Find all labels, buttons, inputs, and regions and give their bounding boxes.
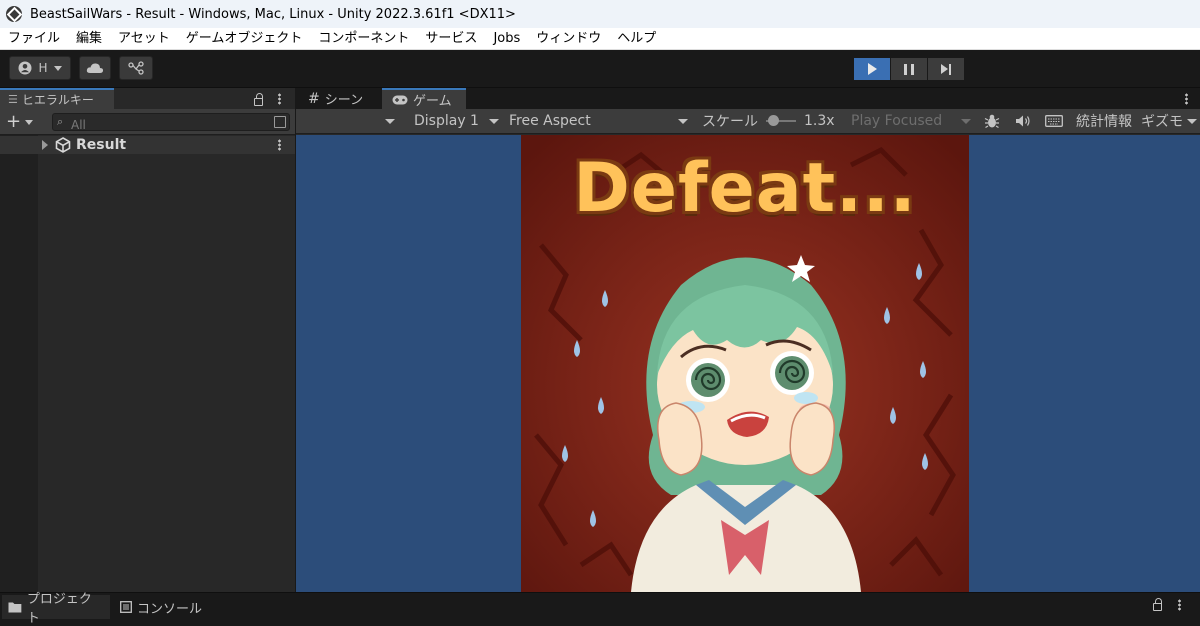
keyboard-icon [1045,115,1063,127]
window-titlebar: BeastSailWars - Result - Windows, Mac, L… [0,0,1200,28]
account-dropdown[interactable]: H [9,56,71,80]
scene-menu-icon[interactable] [278,139,281,151]
scale-slider[interactable] [766,115,796,126]
play-button[interactable] [854,58,891,80]
lock-icon[interactable] [1153,598,1162,611]
play-icon [867,63,877,75]
panel-menu-icon[interactable] [278,93,281,105]
panel-menu-icon[interactable] [1178,599,1181,611]
scale-value: 1.3x [804,113,835,129]
defeat-title-text: Defeat... [573,149,917,228]
gamepad-icon [392,95,408,104]
pause-button[interactable] [891,58,928,80]
scene-name: Result [76,137,127,153]
game-view-dropdown[interactable] [296,109,402,133]
play-mode-dropdown[interactable]: Play Focused [844,109,974,133]
tab-project[interactable]: プロジェクト [2,592,110,626]
tab-console[interactable]: コンソール [114,595,210,619]
display-value: Display 1 [414,113,479,129]
scene-row[interactable]: Result [0,136,295,154]
menu-services[interactable]: サービス [417,28,485,50]
chevron-down-icon [961,118,971,124]
aspect-value: Free Aspect [509,113,591,129]
scene-tab-label: シーン [324,93,364,108]
step-icon [941,63,951,75]
speaker-icon [1016,115,1030,127]
version-control-icon [128,61,144,75]
chevron-down-icon [1187,118,1197,124]
create-dropdown[interactable]: + [6,112,40,132]
hierarchy-search[interactable]: ⌕ [52,113,290,133]
aspect-dropdown[interactable]: Free Aspect [506,109,692,133]
unity-scene-icon [55,137,71,153]
mute-audio-button[interactable] [1010,109,1036,133]
scale-label: スケール [702,114,758,130]
step-button[interactable] [928,58,965,80]
chevron-down-icon [25,119,34,125]
hierarchy-gutter [0,135,38,592]
console-tab-label: コンソール [137,601,203,617]
list-icon: ☰ [8,93,18,106]
defeat-screen-artwork: Defeat... [521,135,969,592]
tab-hierarchy[interactable]: ☰ ヒエラルキー [0,88,114,109]
search-input[interactable] [71,117,251,133]
search-icon: ⌕ [57,115,64,128]
menu-window[interactable]: ウィンドウ [528,28,609,50]
game-toolbar: Display 1 Free Aspect スケール 1.3x Play Foc… [296,109,1200,134]
game-panel: # シーン ゲーム Display 1 Free Aspect スケール 1.3… [296,88,1200,592]
collab-button[interactable] [119,56,153,80]
gizmos-dropdown[interactable] [1184,109,1200,133]
cloud-button[interactable] [79,56,111,80]
scale-control: スケール 1.3x [702,109,836,133]
menu-assets[interactable]: アセット [110,28,178,50]
stats-label: 統計情報 [1076,114,1132,130]
menu-file[interactable]: ファイル [0,28,68,50]
chevron-down-icon [488,118,499,124]
plus-icon: + [6,111,22,132]
playmode-controls [854,58,966,80]
chevron-down-icon [53,65,62,71]
menu-jobs[interactable]: Jobs [485,28,528,50]
tab-game[interactable]: ゲーム [382,88,466,109]
hierarchy-tab-label: ヒエラルキー [21,93,94,107]
console-icon [120,601,132,613]
chevron-down-icon [385,118,395,124]
hash-icon: # [308,90,320,107]
panel-menu-icon[interactable] [1185,93,1188,105]
project-tab-label: プロジェクト [26,592,92,626]
stats-button[interactable]: 統計情報 [1072,109,1136,133]
account-icon [18,61,32,75]
gizmos-label: ギズモ [1141,114,1183,130]
lock-icon[interactable] [254,93,263,106]
display-dropdown[interactable]: Display 1 [404,109,502,133]
menu-edit[interactable]: 編集 [68,28,110,50]
menu-bar: ファイル 編集 アセット ゲームオブジェクト コンポーネント サービス Jobs… [0,28,1200,50]
window-title: BeastSailWars - Result - Windows, Mac, L… [30,6,516,22]
expand-arrow-icon[interactable] [42,140,48,150]
tab-scene[interactable]: # シーン [298,88,378,109]
menu-component[interactable]: コンポーネント [310,28,417,50]
hierarchy-panel: ☰ ヒエラルキー + ⌕ Result [0,88,295,592]
pause-icon [904,63,914,75]
play-mode-value: Play Focused [851,113,943,129]
menu-gameobject[interactable]: ゲームオブジェクト [178,28,311,50]
gizmos-button[interactable]: ギズモ [1140,109,1184,133]
unity-logo-icon [6,6,22,22]
menu-help[interactable]: ヘルプ [609,28,664,50]
main-toolbar: H [0,50,1200,88]
bug-icon [984,114,1000,129]
debug-button[interactable] [980,109,1004,133]
scale-slider-handle[interactable] [767,115,779,126]
bottom-panel: プロジェクト コンソール [0,592,1200,626]
search-options-icon[interactable] [274,116,286,128]
game-tab-label: ゲーム [413,94,452,109]
cloud-icon [86,63,104,73]
game-viewport[interactable]: Defeat... [296,135,1200,592]
chevron-down-icon [678,118,688,124]
folder-icon [8,602,22,613]
shortcuts-button[interactable] [1040,109,1068,133]
account-label: H [38,61,48,75]
